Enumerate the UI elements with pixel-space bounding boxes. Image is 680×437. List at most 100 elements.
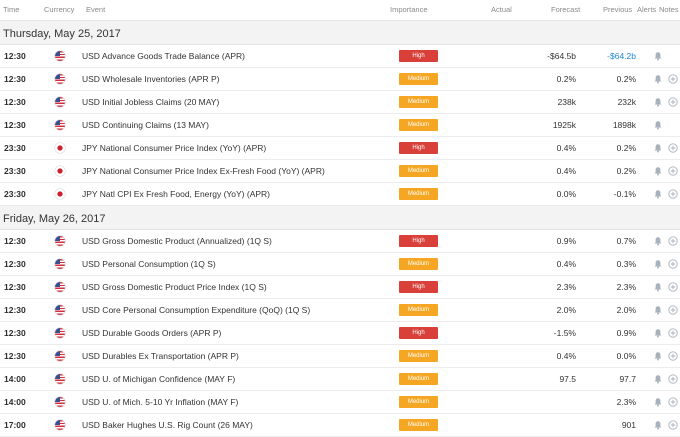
table-row[interactable]: 12:30 USD Gross Domestic Product (Annuali… [0, 230, 680, 253]
header-time[interactable]: Time [3, 5, 19, 14]
plus-circle-icon[interactable] [668, 97, 678, 107]
event-name[interactable]: USD Continuing Claims (13 MAY) [82, 114, 209, 136]
plus-circle-icon[interactable] [668, 328, 678, 338]
previous-value: 97.7 [619, 374, 636, 384]
bell-icon[interactable] [653, 305, 663, 315]
bell-icon[interactable] [653, 351, 663, 361]
event-name[interactable]: USD Gross Domestic Product Price Index (… [82, 276, 267, 298]
table-row[interactable]: 23:30 JPY Natl CPI Ex Fresh Food, Energy … [0, 183, 680, 206]
plus-circle-icon[interactable] [668, 189, 678, 199]
importance-badge: Medium [399, 165, 438, 177]
event-name[interactable]: JPY Natl CPI Ex Fresh Food, Energy (YoY)… [82, 183, 270, 205]
table-row[interactable]: 23:30 JPY National Consumer Price Index (… [0, 137, 680, 160]
plus-circle-icon[interactable] [668, 397, 678, 407]
header-importance[interactable]: Importance [390, 5, 428, 14]
bell-icon[interactable] [653, 166, 663, 176]
table-row[interactable]: 12:30 USD Durable Goods Orders (APR P) Hig… [0, 322, 680, 345]
bell-icon[interactable] [653, 143, 663, 153]
plus-circle-icon[interactable] [668, 351, 678, 361]
table-row[interactable]: 12:30 USD Wholesale Inventories (APR P) Me… [0, 68, 680, 91]
bell-icon[interactable] [653, 74, 663, 84]
event-time: 12:30 [4, 74, 26, 84]
table-row[interactable]: 12:30 USD Advance Goods Trade Balance (AP… [0, 45, 680, 68]
event-name[interactable]: USD Baker Hughes U.S. Rig Count (26 MAY) [82, 414, 253, 436]
event-name[interactable]: JPY National Consumer Price Index Ex-Fre… [82, 160, 325, 182]
plus-circle-icon[interactable] [668, 374, 678, 384]
header-forecast[interactable]: Forecast [551, 5, 580, 14]
bell-icon[interactable] [653, 420, 663, 430]
jp-flag-icon [55, 166, 65, 176]
event-time: 23:30 [4, 166, 26, 176]
previous-value: 2.3% [616, 282, 636, 292]
event-name[interactable]: USD Core Personal Consumption Expenditur… [82, 299, 310, 321]
event-time: 12:30 [4, 120, 26, 130]
importance-badge: Medium [399, 258, 438, 270]
plus-circle-icon[interactable] [668, 143, 678, 153]
event-name[interactable]: USD Gross Domestic Product (Annualized) … [82, 230, 272, 252]
bell-icon[interactable] [653, 374, 663, 384]
forecast-value: 0.4% [556, 143, 576, 153]
plus-circle-icon[interactable] [668, 166, 678, 176]
plus-circle-icon[interactable] [668, 305, 678, 315]
table-row[interactable]: 12:30 USD Gross Domestic Product Price In… [0, 276, 680, 299]
event-time: 12:30 [4, 259, 26, 269]
event-name[interactable]: USD U. of Michigan Confidence (MAY F) [82, 368, 235, 390]
header-previous[interactable]: Previous [603, 5, 632, 14]
header-currency[interactable]: Currency [44, 5, 74, 14]
forecast-value: 2.0% [556, 305, 576, 315]
previous-value: 2.0% [616, 305, 636, 315]
plus-circle-icon[interactable] [668, 74, 678, 84]
bell-icon[interactable] [653, 236, 663, 246]
event-name[interactable]: USD Wholesale Inventories (APR P) [82, 68, 219, 90]
bell-icon[interactable] [653, 397, 663, 407]
table-row[interactable]: 12:30 USD Personal Consumption (1Q S) Medi… [0, 253, 680, 276]
header-event[interactable]: Event [86, 5, 105, 14]
table-row[interactable]: 12:30 USD Core Personal Consumption Expen… [0, 299, 680, 322]
importance-badge: Medium [399, 188, 438, 200]
table-row[interactable]: 12:30 USD Durables Ex Transportation (APR… [0, 345, 680, 368]
us-flag-icon [55, 397, 65, 407]
bell-icon[interactable] [653, 120, 663, 130]
plus-circle-icon[interactable] [668, 259, 678, 269]
previous-value: 0.2% [616, 74, 636, 84]
table-row[interactable]: 23:30 JPY National Consumer Price Index E… [0, 160, 680, 183]
bell-icon[interactable] [653, 259, 663, 269]
bell-icon[interactable] [653, 97, 663, 107]
bell-icon[interactable] [653, 328, 663, 338]
header-notes[interactable]: Notes [659, 5, 679, 14]
forecast-value: 0.4% [556, 166, 576, 176]
table-row[interactable]: 12:30 USD Continuing Claims (13 MAY) Mediu… [0, 114, 680, 137]
forecast-value: -1.5% [553, 328, 576, 338]
importance-badge: Medium [399, 96, 438, 108]
plus-circle-icon[interactable] [668, 420, 678, 430]
us-flag-icon [55, 97, 65, 107]
us-flag-icon [55, 51, 65, 61]
importance-badge: High [399, 327, 438, 339]
event-name[interactable]: USD Advance Goods Trade Balance (APR) [82, 45, 245, 67]
bell-icon[interactable] [653, 51, 663, 61]
table-row[interactable]: 14:00 USD U. of Mich. 5-10 Yr Inflation (… [0, 391, 680, 414]
bell-icon[interactable] [653, 189, 663, 199]
header-alerts[interactable]: Alerts [637, 5, 656, 14]
table-row[interactable]: 14:00 USD U. of Michigan Confidence (MAY … [0, 368, 680, 391]
forecast-value: 0.4% [556, 259, 576, 269]
table-row[interactable]: 17:00 USD Baker Hughes U.S. Rig Count (26… [0, 414, 680, 437]
event-time: 23:30 [4, 143, 26, 153]
event-name[interactable]: USD Durable Goods Orders (APR P) [82, 322, 221, 344]
plus-circle-icon[interactable] [668, 282, 678, 292]
plus-circle-icon[interactable] [668, 236, 678, 246]
us-flag-icon [55, 374, 65, 384]
event-name[interactable]: USD Initial Jobless Claims (20 MAY) [82, 91, 219, 113]
event-time: 17:00 [4, 420, 26, 430]
previous-value: 0.0% [616, 351, 636, 361]
event-time: 12:30 [4, 51, 26, 61]
event-name[interactable]: USD Durables Ex Transportation (APR P) [82, 345, 239, 367]
event-name[interactable]: JPY National Consumer Price Index (YoY) … [82, 137, 266, 159]
event-time: 12:30 [4, 351, 26, 361]
event-name[interactable]: USD Personal Consumption (1Q S) [82, 253, 216, 275]
bell-icon[interactable] [653, 282, 663, 292]
event-name[interactable]: USD U. of Mich. 5-10 Yr Inflation (MAY F… [82, 391, 238, 413]
table-row[interactable]: 12:30 USD Initial Jobless Claims (20 MAY)… [0, 91, 680, 114]
us-flag-icon [55, 236, 65, 246]
header-actual[interactable]: Actual [491, 5, 512, 14]
